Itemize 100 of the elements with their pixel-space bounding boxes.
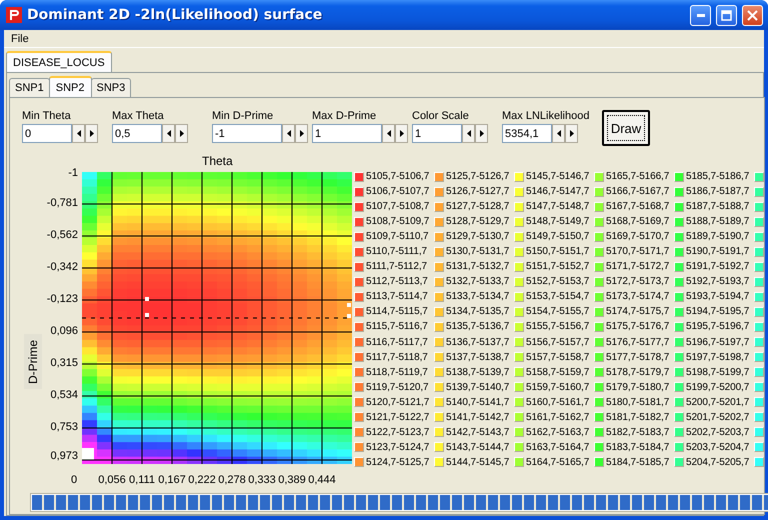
legend-label: 5168,7-5169,7 [606, 216, 670, 228]
legend-label: 5203,7-5204,7 [686, 442, 750, 453]
decrease-button[interactable] [382, 124, 395, 143]
legend-label: 5157,7-5158,7 [526, 352, 590, 363]
legend-label: 5204,7-5205,7 [686, 456, 750, 468]
tab[interactable]: SNP2 [48, 76, 92, 97]
legend-label: 5181,7-5182,7 [606, 412, 670, 423]
legend-label: 5149,7-5150,7 [526, 231, 590, 242]
legend-label: 5192,7-5193,7 [686, 276, 750, 288]
legend-label: 5200,7-5201,7 [686, 396, 750, 408]
legend-label: 5165,7-5166,7 [606, 171, 670, 182]
caret-left-icon [166, 130, 170, 137]
increase-button[interactable] [295, 124, 308, 143]
legend-label: 5172,7-5173,7 [606, 276, 670, 288]
legend-label: 5202,7-5203,7 [686, 426, 750, 438]
minimize-icon [696, 14, 704, 16]
legend-label: 5187,7-5188,7 [686, 201, 750, 212]
field-label: Min Theta [22, 110, 72, 122]
decrease-button[interactable] [462, 124, 475, 143]
decrease-button[interactable] [552, 124, 565, 143]
maximize-button[interactable] [716, 4, 737, 26]
axis-tick-label: 0,222 [188, 474, 216, 486]
increase-button[interactable] [395, 124, 408, 143]
number-field[interactable]: 0,5 [112, 124, 162, 143]
legend-label: 5146,7-5147,7 [526, 186, 590, 198]
legend-label: 5188,7-5189,7 [686, 216, 750, 228]
legend-label: 5179,7-5180,7 [606, 382, 670, 393]
close-button[interactable] [742, 4, 763, 26]
legend-label: 5166,7-5167,7 [606, 186, 670, 198]
increase-button[interactable] [175, 124, 188, 143]
number-field[interactable]: 0 [22, 124, 72, 143]
legend-label: 5141,7-5142,7 [446, 412, 510, 423]
number-field[interactable]: 1 [312, 124, 382, 143]
caret-left-icon [466, 130, 470, 137]
minimize-button[interactable] [690, 4, 711, 26]
legend-label: 5120,7-5121,7 [366, 396, 430, 408]
tab[interactable]: SNP3 [90, 78, 132, 97]
number-field[interactable]: -1 [212, 124, 282, 143]
axis-tick-label: 0,096 [50, 325, 78, 337]
tab[interactable]: DISEASE_LOCUS [6, 51, 112, 72]
legend-label: 5131,7-5132,7 [446, 261, 510, 272]
legend-label: 5196,7-5197,7 [686, 336, 750, 348]
axis-tick-label: -1 [68, 167, 78, 179]
axis-tick-label: -0,123 [46, 293, 78, 305]
decrease-button[interactable] [72, 124, 85, 143]
axis-tick-label: 0,315 [50, 357, 78, 369]
maximize-icon [721, 10, 732, 20]
caret-right-icon [90, 130, 94, 137]
draw-button[interactable]: Draw [602, 110, 650, 146]
legend-label: 5128,7-5129,7 [446, 216, 510, 228]
window-title: Dominant 2D -2ln(Likelihood) surface [27, 7, 324, 23]
legend-label: 5150,7-5151,7 [526, 246, 590, 258]
caret-left-icon [76, 130, 80, 137]
legend-label: 5154,7-5155,7 [526, 306, 590, 318]
close-icon [747, 10, 758, 20]
legend-label: 5199,7-5200,7 [686, 382, 750, 393]
legend-label: 5155,7-5156,7 [526, 321, 590, 332]
axis-tick-label: 0,167 [158, 474, 186, 486]
legend-label: 5126,7-5127,7 [446, 186, 510, 198]
increase-button[interactable] [85, 124, 98, 143]
axis-tick-label: 0,056 [98, 474, 126, 486]
decrease-button[interactable] [282, 124, 295, 143]
legend-label: 5136,7-5137,7 [446, 336, 510, 348]
legend-label: 5121,7-5122,7 [366, 412, 430, 423]
axis-tick-label: 0,389 [278, 474, 306, 486]
caret-left-icon [556, 130, 560, 137]
caret-right-icon [400, 130, 404, 137]
legend-label: 5105,7-5106,7 [366, 171, 430, 182]
legend-label: 5147,7-5148,7 [526, 201, 590, 212]
legend-label: 5180,7-5181,7 [606, 396, 670, 408]
field-label: Max Theta [112, 110, 165, 122]
decrease-button[interactable] [162, 124, 175, 143]
legend-label: 5159,7-5160,7 [526, 382, 590, 393]
legend-label: 5198,7-5199,7 [686, 366, 750, 378]
menu-item[interactable]: File [9, 32, 33, 44]
legend-label: 5115,7-5116,7 [366, 321, 428, 332]
caret-right-icon [180, 130, 184, 137]
legend-label: 5110,7-5111,7 [366, 246, 427, 258]
axis-title: Theta [202, 154, 233, 168]
legend-label: 5142,7-5143,7 [446, 426, 510, 438]
legend-label: 5135,7-5136,7 [446, 321, 510, 332]
number-field[interactable]: 5354,1 [502, 124, 552, 143]
legend-label: 5177,7-5178,7 [606, 352, 670, 363]
legend-label: 5119,7-5120,7 [366, 382, 428, 393]
legend-label: 5161,7-5162,7 [526, 412, 590, 423]
caret-right-icon [480, 130, 484, 137]
legend-label: 5160,7-5161,7 [526, 396, 590, 408]
axis-tick-label: 0,753 [50, 421, 78, 433]
legend-label: 5152,7-5153,7 [526, 276, 590, 288]
legend-label: 5158,7-5159,7 [526, 366, 590, 378]
number-field[interactable]: 1 [412, 124, 462, 143]
legend-label: 5132,7-5133,7 [446, 276, 510, 288]
increase-button[interactable] [565, 124, 578, 143]
tab[interactable]: SNP1 [9, 78, 50, 97]
legend-label: 5112,7-5113,7 [366, 276, 428, 288]
increase-button[interactable] [475, 124, 488, 143]
axis-tick-label: -0,781 [46, 197, 78, 209]
legend-label: 5167,7-5168,7 [606, 201, 670, 212]
legend-label: 5185,7-5186,7 [686, 171, 750, 182]
legend-label: 5113,7-5114,7 [366, 291, 428, 302]
